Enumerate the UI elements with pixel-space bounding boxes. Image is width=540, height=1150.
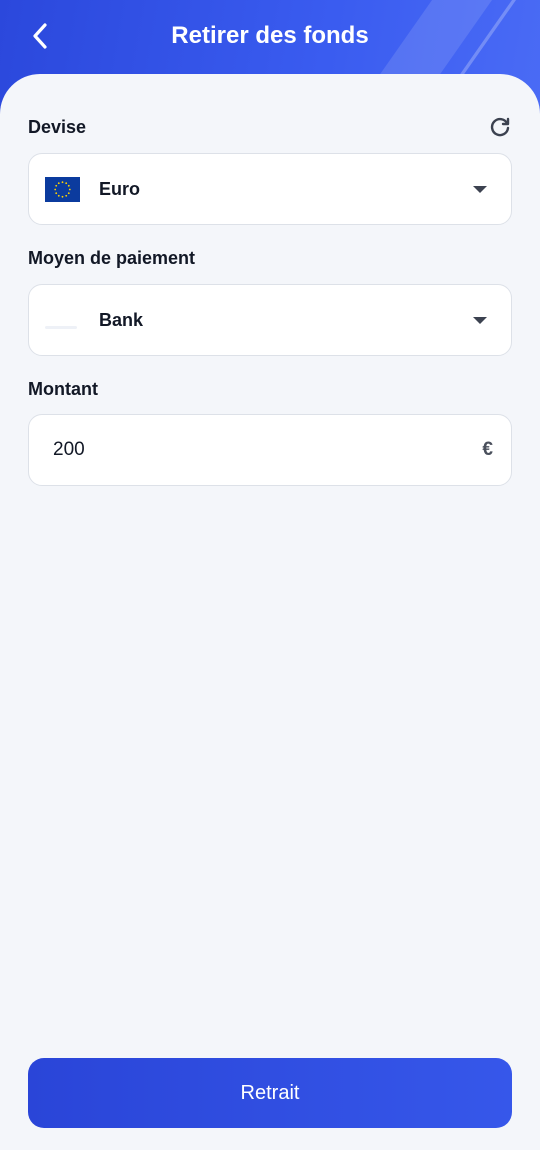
withdraw-button[interactable]: Retrait bbox=[28, 1058, 512, 1128]
caret-down-icon bbox=[473, 186, 487, 193]
euro-symbol: € bbox=[482, 439, 493, 460]
refresh-icon bbox=[490, 117, 510, 137]
amount-field[interactable]: € bbox=[28, 414, 512, 486]
bank-icon bbox=[45, 326, 77, 329]
caret-down-icon bbox=[473, 317, 487, 324]
amount-input[interactable] bbox=[53, 415, 453, 485]
payment-method-value: Bank bbox=[99, 310, 144, 330]
page-title: Retirer des fonds bbox=[171, 22, 369, 49]
currency-label: Devise bbox=[28, 117, 87, 137]
payment-method-label: Moyen de paiement bbox=[28, 248, 196, 268]
content-sheet bbox=[0, 74, 540, 1150]
currency-value: Euro bbox=[99, 179, 141, 199]
payment-method-select[interactable]: Bank bbox=[28, 284, 512, 356]
amount-label: Montant bbox=[28, 379, 98, 399]
eu-flag-icon bbox=[45, 177, 80, 202]
refresh-button[interactable] bbox=[488, 116, 512, 140]
currency-select[interactable]: Euro bbox=[28, 153, 512, 225]
